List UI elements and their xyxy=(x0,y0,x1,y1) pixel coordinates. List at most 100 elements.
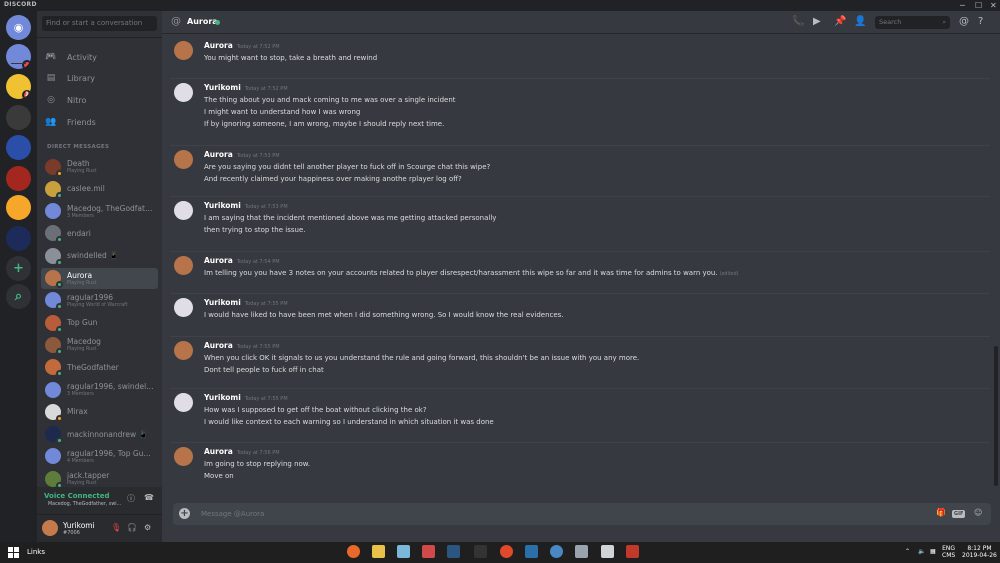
nav-item-friends[interactable]: 👥 Friends xyxy=(45,114,95,130)
video-call-icon[interactable]: ▶ xyxy=(813,16,821,27)
emoji-icon[interactable]: ☺ xyxy=(974,508,982,517)
dm-item[interactable]: Death Playing Rust xyxy=(41,156,158,177)
voice-call-icon[interactable]: 📞 xyxy=(792,16,804,27)
epic-games-icon[interactable] xyxy=(474,545,487,558)
search-input[interactable]: Search ⌕ xyxy=(875,16,950,29)
message-author[interactable]: Aurora Today at 7:56 PM xyxy=(204,447,280,456)
message-author[interactable]: Aurora Today at 7:54 PM xyxy=(204,256,280,265)
search-placeholder: Search xyxy=(879,18,902,26)
server-icon[interactable] xyxy=(6,135,31,160)
pinned-messages-icon[interactable]: 📌 xyxy=(834,16,846,27)
dm-item[interactable]: TheGodfather xyxy=(41,357,158,378)
message-text: How was I supposed to get off the boat w… xyxy=(204,406,427,414)
explore-servers-icon[interactable]: ⌕ xyxy=(6,284,31,309)
tray-chevron-icon[interactable]: ⌃ xyxy=(905,548,910,555)
avatar[interactable] xyxy=(174,83,193,102)
dm-item[interactable]: endari xyxy=(41,223,158,244)
server-list: ◉ 1 + ⌕ xyxy=(0,11,37,542)
dm-name: Death xyxy=(67,159,90,168)
app-icon[interactable] xyxy=(397,545,410,558)
file-explorer-icon[interactable] xyxy=(372,545,385,558)
steam-icon[interactable] xyxy=(447,545,460,558)
help-icon[interactable]: ? xyxy=(978,16,983,27)
message-author[interactable]: Aurora Today at 7:52 PM xyxy=(204,41,280,50)
dm-item[interactable]: ragular1996 Playing World of Warcraft xyxy=(41,290,158,311)
avatar[interactable] xyxy=(174,256,193,275)
server-icon[interactable] xyxy=(6,226,31,251)
dm-text: endari xyxy=(67,229,155,238)
scrollbar[interactable] xyxy=(994,346,998,486)
avatar[interactable] xyxy=(174,341,193,360)
server-icon[interactable] xyxy=(6,105,31,130)
avatar[interactable] xyxy=(174,393,193,412)
dm-item[interactable]: swindelled 📱 xyxy=(41,245,158,266)
dm-item[interactable]: ragular1996, Top Gun, ... 4 Members xyxy=(41,446,158,467)
app-icon[interactable] xyxy=(601,545,614,558)
disconnect-icon[interactable]: ☎ xyxy=(144,493,154,502)
message-composer[interactable]: + Message @Aurora 🎁 GIF ☺ xyxy=(173,503,991,525)
dm-item[interactable]: Aurora Playing Rust xyxy=(41,267,158,289)
dm-item[interactable]: caslee.mil xyxy=(41,178,158,199)
message-author[interactable]: Aurora Today at 7:55 PM xyxy=(204,341,280,350)
message-author[interactable]: Aurora Today at 7:53 PM xyxy=(204,150,280,159)
language-indicator[interactable]: ENG CMS xyxy=(942,545,955,559)
settings-gear-icon[interactable]: ⚙ xyxy=(144,523,151,532)
mentions-icon[interactable]: @ xyxy=(959,16,969,27)
network-icon[interactable]: ▦ xyxy=(930,548,936,555)
server-icon[interactable] xyxy=(6,44,31,69)
volume-icon[interactable]: 🔈 xyxy=(918,548,925,555)
find-conversation-input[interactable]: Find or start a conversation xyxy=(42,16,157,31)
message-author[interactable]: Yurikomi Today at 7:55 PM xyxy=(204,298,288,307)
gift-icon[interactable]: 🎁 xyxy=(936,508,946,517)
avatar xyxy=(45,448,61,465)
headphones-icon[interactable]: 🎧 xyxy=(127,523,137,532)
app-icon[interactable] xyxy=(550,545,563,558)
avatar[interactable] xyxy=(174,150,193,169)
dm-item[interactable]: Macedog, TheGodfathe... 3 Members xyxy=(41,201,158,222)
upload-plus-icon[interactable]: + xyxy=(179,508,190,519)
avatar[interactable] xyxy=(174,447,193,466)
avatar[interactable] xyxy=(42,520,58,536)
message-author[interactable]: Yurikomi Today at 7:55 PM xyxy=(204,393,288,402)
mute-icon[interactable]: 🎙 xyxy=(111,523,121,532)
dm-activity: Playing Rust xyxy=(67,347,97,353)
status-indicator xyxy=(56,191,63,199)
dm-item[interactable]: Macedog Playing Rust xyxy=(41,334,158,355)
avatar[interactable] xyxy=(174,41,193,60)
message-author[interactable]: Yurikomi Today at 7:52 PM xyxy=(204,83,288,92)
gif-button[interactable]: GIF xyxy=(952,510,966,518)
server-icon[interactable] xyxy=(6,195,31,220)
app-icon[interactable] xyxy=(525,545,538,558)
message-input[interactable]: Message @Aurora xyxy=(201,510,264,518)
app-icon[interactable] xyxy=(575,545,588,558)
nav-item-library[interactable]: ▤ Library xyxy=(45,70,95,86)
windows-start-icon[interactable] xyxy=(8,547,19,558)
avatar[interactable] xyxy=(174,298,193,317)
server-icon[interactable]: 1 xyxy=(6,74,31,99)
dm-item[interactable]: Top Gun xyxy=(41,312,158,333)
server-icon[interactable] xyxy=(6,166,31,191)
app-icon[interactable] xyxy=(422,545,435,558)
minimize-button[interactable]: ─ xyxy=(960,0,965,11)
close-button[interactable]: ✕ xyxy=(990,0,997,11)
add-server-icon[interactable]: + xyxy=(6,256,31,281)
dm-item[interactable]: Mirax xyxy=(41,401,158,422)
status-indicator xyxy=(56,325,63,333)
dm-item[interactable]: ragular1996, swindelled 3 Members xyxy=(41,379,158,400)
clock[interactable]: 8:12 PM 2019-04-26 xyxy=(962,545,997,559)
maximize-button[interactable]: ☐ xyxy=(975,0,982,11)
connection-info-icon[interactable]: ⓘ xyxy=(127,493,135,504)
rust-icon[interactable] xyxy=(626,545,639,558)
links-toolbar[interactable]: Links xyxy=(27,548,45,556)
nav-item-nitro[interactable]: ◎ Nitro xyxy=(45,92,86,108)
author-name: Aurora xyxy=(204,447,233,456)
avatar[interactable] xyxy=(174,201,193,220)
firefox-icon[interactable] xyxy=(347,545,360,558)
nav-item-activity[interactable]: 🎮 Activity xyxy=(45,49,97,65)
dm-item[interactable]: mackinnonandrew 📱 xyxy=(41,424,158,445)
app-icon[interactable] xyxy=(500,545,513,558)
add-friend-icon[interactable]: 👤 xyxy=(854,16,866,27)
home-button[interactable]: ◉ xyxy=(6,15,31,40)
message-author[interactable]: Yurikomi Today at 7:53 PM xyxy=(204,201,288,210)
message-text: Im telling you you have 3 notes on your … xyxy=(204,269,739,277)
